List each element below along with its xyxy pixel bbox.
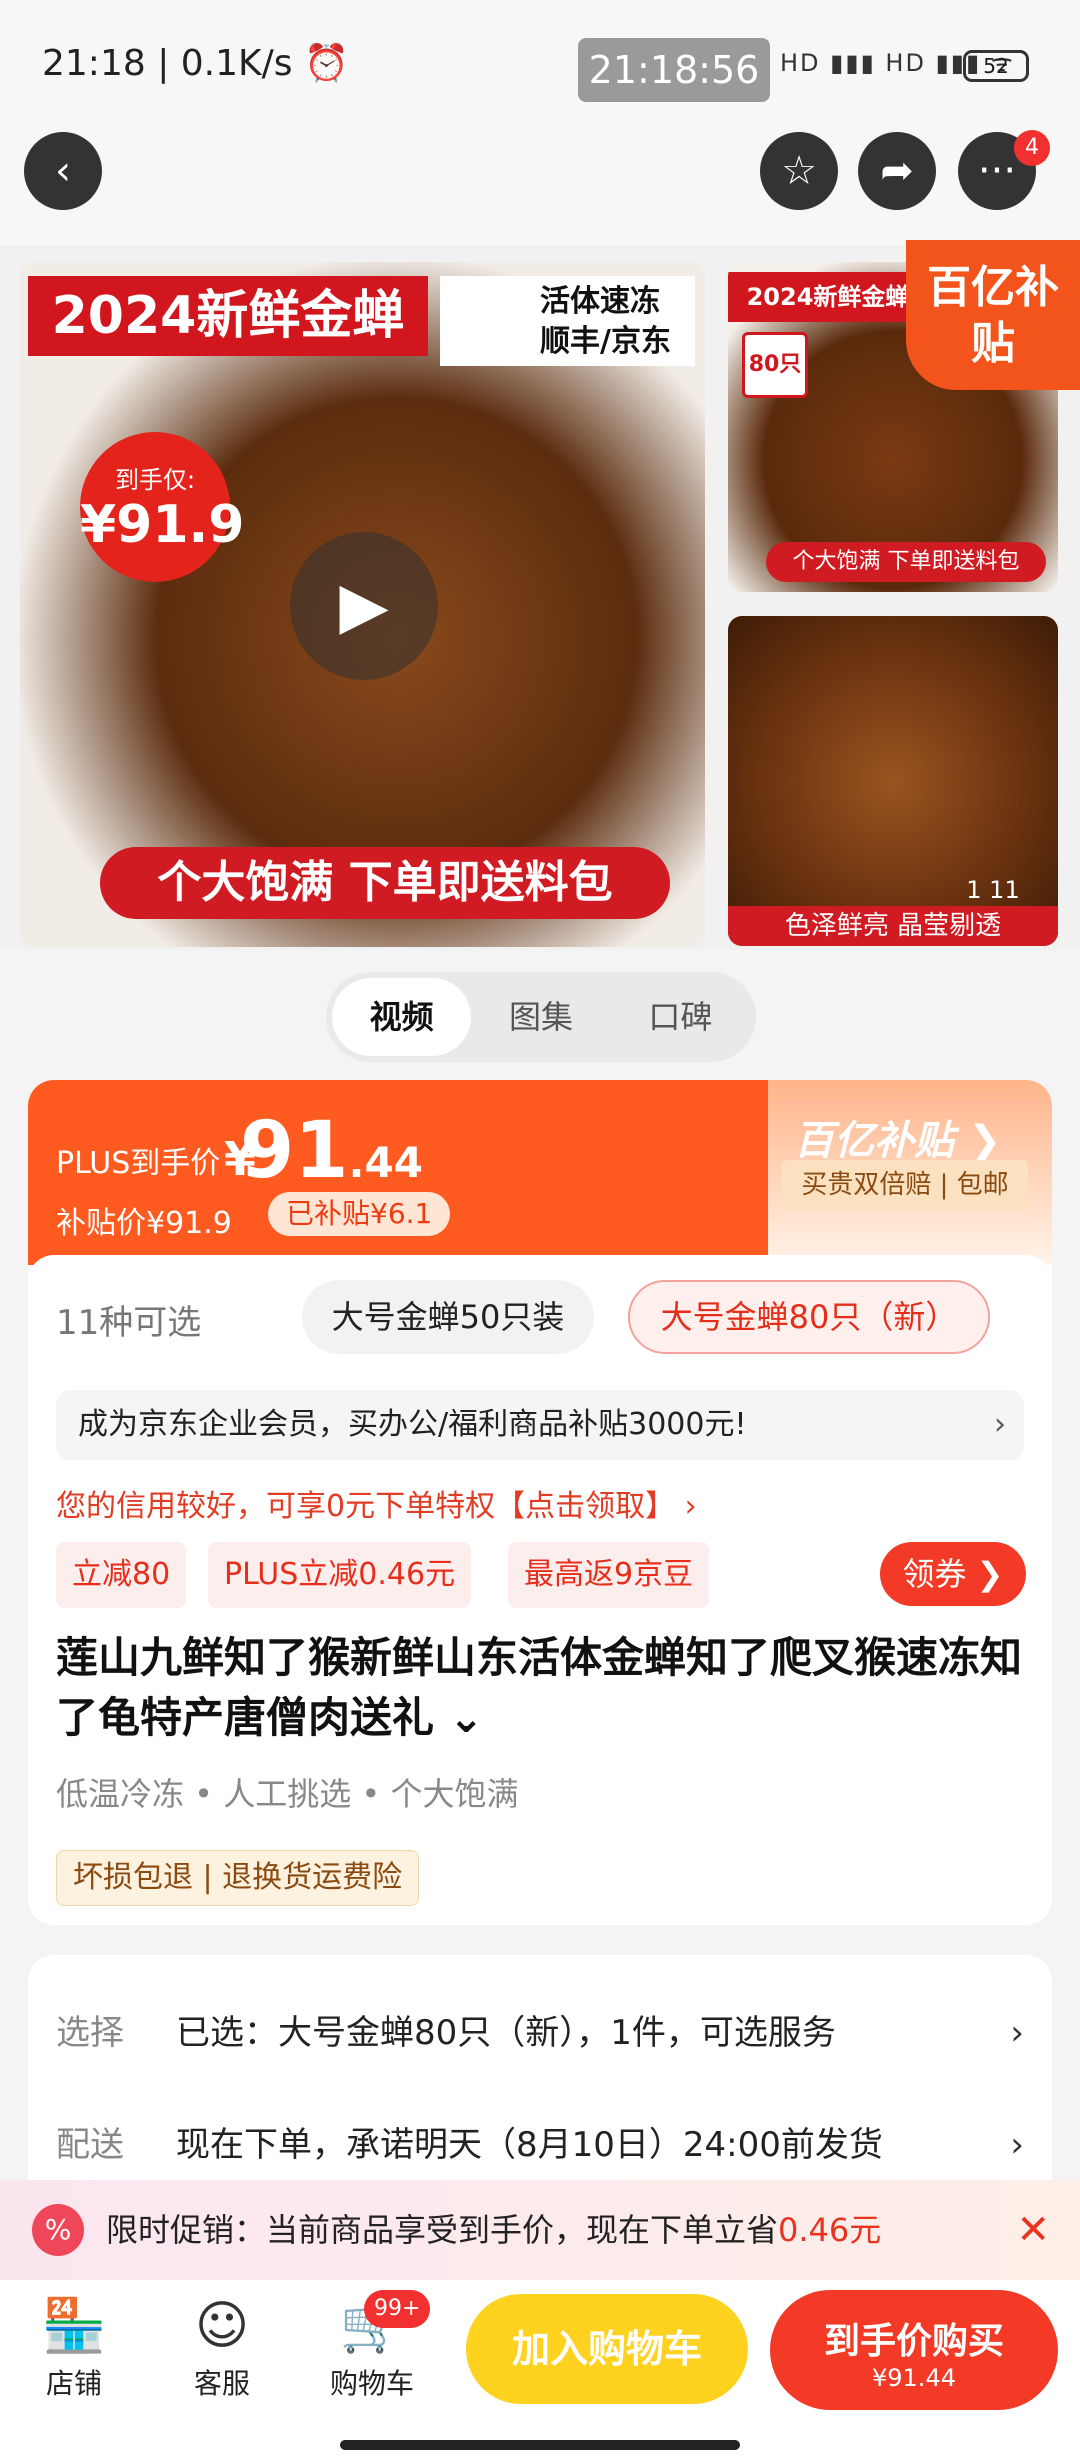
more-badge: 4 — [1014, 130, 1050, 166]
media-tabs: 视频 图集 口碑 — [326, 972, 756, 1062]
store-button[interactable]: 🏪 店铺 — [14, 2290, 134, 2402]
buy-now-button[interactable]: 到手价购买 ¥91.44 — [770, 2290, 1058, 2410]
star-icon: ☆ — [781, 148, 817, 194]
image-counter: 1 11 — [966, 876, 1020, 904]
share-icon: ➦ — [880, 148, 914, 194]
main-headline: 2024新鲜金蝉 — [28, 276, 428, 356]
main-product-video[interactable]: 2024新鲜金蝉 SF 活体速冻 顺丰/京东 到手仅: ¥91.9 ▶ 个大饱满… — [20, 262, 705, 947]
status-time-speed: 21:18 | 0.1K/s ⏰ — [42, 43, 349, 84]
subsidy-badge: 百亿补贴 — [906, 240, 1080, 390]
chat-icon: ☺ — [194, 2296, 250, 2356]
chevron-left-icon: ‹ — [55, 148, 71, 194]
options-card: 选择 已选：大号金蝉80只（新），1件，可选服务 › 配送 现在下单，承诺明天（8月1… — [28, 1955, 1052, 2195]
status-clock: 21:18:56 — [578, 38, 770, 102]
more-icon: ··· — [977, 148, 1017, 194]
percent-icon: % — [32, 2204, 84, 2256]
tab-gallery[interactable]: 图集 — [471, 978, 610, 1056]
enterprise-banner[interactable]: 成为京东企业会员，买办公/福利商品补贴3000元! › — [56, 1390, 1024, 1460]
credit-offer-link[interactable]: 您的信用较好，可享0元下单特权【点击领取】 › — [56, 1472, 697, 1542]
store-icon: 🏪 — [41, 2296, 107, 2356]
select-row[interactable]: 选择 已选：大号金蝉80只（新），1件，可选服务 › — [56, 2003, 1024, 2063]
add-to-cart-button[interactable]: 加入购物车 — [466, 2294, 748, 2404]
promo-tag[interactable]: 最高返9京豆 — [508, 1542, 710, 1608]
promo-message: 限时促销：当前商品享受到手价，现在下单立省 — [106, 2211, 779, 2249]
guarantee-badge: 买贵双倍赔 | 包邮 — [782, 1160, 1028, 1210]
chevron-right-icon: › — [1010, 2013, 1024, 2053]
product-info-card: PLUS到手价 ¥ 91.44 补贴价¥91.9 已补贴¥6.1 百亿补贴 ❯ … — [28, 1080, 1052, 1925]
promo-text: 限时促销：当前商品享受到手价，现在下单立省0.46元 — [106, 2180, 881, 2280]
price-burst-label: 到手仅: — [114, 466, 196, 494]
saved-badge: 已补贴¥6.1 — [268, 1192, 451, 1236]
close-icon[interactable]: ✕ — [1016, 2180, 1050, 2280]
service-guarantee[interactable]: 坏损包退 | 退换货运费险 — [56, 1850, 420, 1906]
thumb1-count: 80只 — [742, 332, 808, 398]
plus-price-label: PLUS到手价 — [56, 1146, 221, 1181]
battery-icon: 52 — [963, 50, 1029, 82]
spec-option-80[interactable]: 大号金蝉80只（新） — [628, 1280, 990, 1354]
sf-text: 活体速冻 顺丰/京东 — [440, 276, 695, 366]
service-button[interactable]: ☺ 客服 — [162, 2290, 282, 2402]
buy-label: 到手价购买 — [823, 2321, 1004, 2362]
chevron-right-icon: › — [1010, 2125, 1024, 2165]
promo-strip: % 限时促销：当前商品享受到手价，现在下单立省0.46元 ✕ — [0, 2180, 1080, 2280]
thumb2-bottom: 色泽鲜亮 晶莹剔透 — [728, 906, 1058, 946]
play-icon[interactable]: ▶ — [290, 532, 438, 680]
product-features: 低温冷冻 • 人工挑选 • 个大饱满 — [56, 1775, 519, 1813]
select-value: 已选：大号金蝉80只（新），1件，可选服务 — [176, 2013, 836, 2053]
tab-video[interactable]: 视频 — [332, 978, 472, 1056]
select-label: 选择 — [56, 2013, 124, 2053]
delivery-value: 现在下单，承诺明天（8月10日）24:00前发货 — [176, 2125, 883, 2165]
tab-reviews[interactable]: 口碑 — [611, 978, 750, 1056]
plus-price-int: 91 — [240, 1106, 349, 1196]
main-bottom-banner: 个大饱满 下单即送料包 — [100, 847, 670, 919]
favorite-button[interactable]: ☆ — [760, 132, 838, 210]
promo-tag[interactable]: PLUS立减0.46元 — [208, 1542, 472, 1608]
plus-price-dec: .44 — [348, 1138, 423, 1187]
spec-option-50[interactable]: 大号金蝉50只装 — [302, 1280, 594, 1354]
back-button[interactable]: ‹ — [24, 132, 102, 210]
thumb1-bottom: 个大饱满 下单即送料包 — [766, 542, 1046, 582]
coupon-button[interactable]: 领券 ❯ — [880, 1542, 1026, 1606]
product-title[interactable]: 莲山九鲜知了猴新鲜山东活体金蝉知了爬叉猴速冻知了龟特产唐僧肉送礼 ⌄ — [56, 1628, 1036, 1748]
cart-badge: 99+ — [364, 2290, 431, 2328]
home-indicator[interactable] — [340, 2440, 740, 2450]
subsidy-price: 补贴价¥91.9 — [56, 1206, 232, 1241]
store-label: 店铺 — [45, 2367, 102, 2400]
price-burst-value: ¥91.9 — [80, 495, 245, 555]
promo-amount: 0.46元 — [778, 2211, 882, 2249]
chevron-right-icon: › — [994, 1407, 1006, 1442]
service-label: 客服 — [193, 2367, 250, 2400]
cart-label: 购物车 — [329, 2367, 414, 2400]
price-burst: 到手仅: ¥91.9 — [80, 432, 244, 582]
subsidy-brand-link[interactable]: 百亿补贴 ❯ — [794, 1108, 1001, 1166]
thumbnail-2[interactable]: 1 11 色泽鲜亮 晶莹剔透 — [728, 616, 1058, 946]
promo-tag[interactable]: 立减80 — [56, 1542, 187, 1608]
plus-price: 91.44 — [240, 1106, 423, 1196]
spec-count[interactable]: 11种可选 — [56, 1295, 201, 1344]
buy-price: ¥91.44 — [872, 2364, 956, 2392]
share-button[interactable]: ➦ — [858, 132, 936, 210]
enterprise-text: 成为京东企业会员，买办公/福利商品补贴3000元! — [78, 1407, 747, 1442]
delivery-label: 配送 — [56, 2125, 124, 2165]
thumb1-headline: 2024新鲜金蝉 — [728, 272, 928, 322]
delivery-row[interactable]: 配送 现在下单，承诺明天（8月10日）24:00前发货 › — [56, 2115, 1024, 2175]
